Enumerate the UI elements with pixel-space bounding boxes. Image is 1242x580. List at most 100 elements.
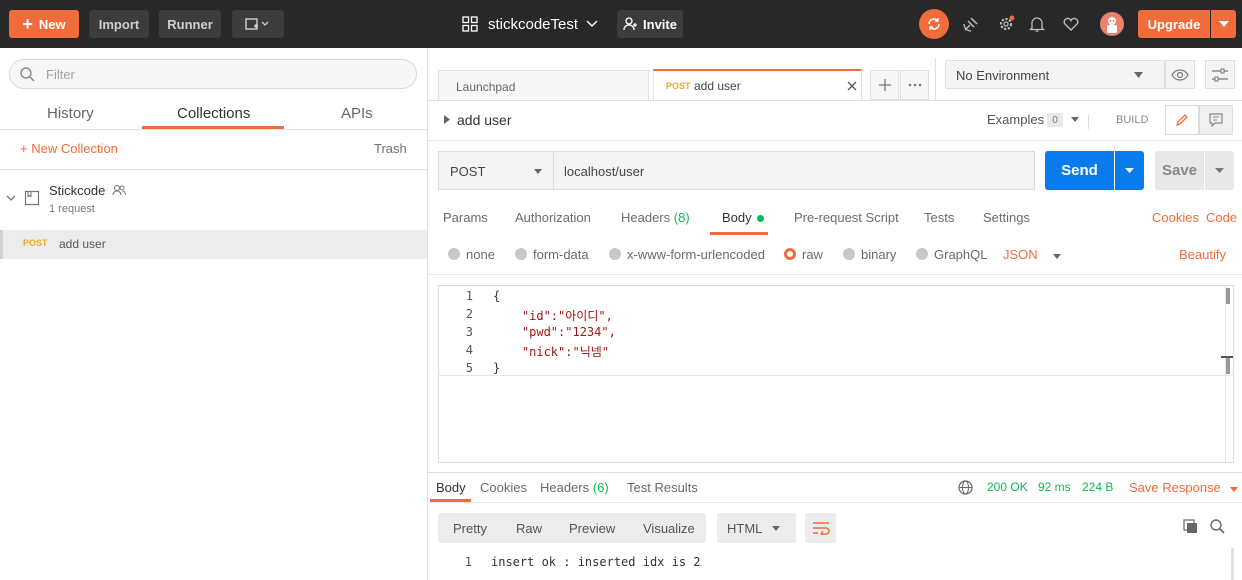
beautify-link[interactable]: Beautify: [1179, 247, 1226, 262]
tab-apis[interactable]: APIs: [341, 105, 373, 122]
runner-button[interactable]: Runner: [159, 10, 221, 38]
copy-icon[interactable]: [1183, 519, 1198, 534]
view-visualize[interactable]: Visualize: [643, 521, 695, 536]
tab-body[interactable]: Body: [722, 210, 764, 225]
tab-add-user[interactable]: POST add user: [653, 69, 862, 100]
trash-button[interactable]: Trash: [374, 141, 407, 156]
divider: [0, 169, 427, 170]
tab-prerequest-script[interactable]: Pre-request Script: [794, 210, 899, 225]
save-dropdown[interactable]: [1205, 151, 1234, 190]
chevron-right-icon[interactable]: [444, 115, 450, 124]
examples-label[interactable]: Examples: [987, 112, 1044, 127]
response-scrollbar[interactable]: [1231, 548, 1234, 580]
collection-count: 1 request: [49, 203, 95, 215]
url-input[interactable]: localhost/user: [554, 151, 1035, 190]
environment-quick-look[interactable]: [1165, 60, 1195, 89]
response-tab-test-results[interactable]: Test Results: [627, 480, 698, 495]
caret-down-icon[interactable]: [1071, 117, 1079, 122]
close-icon[interactable]: [847, 81, 857, 91]
tab-params[interactable]: Params: [443, 210, 488, 225]
save-response-button[interactable]: Save Response: [1129, 480, 1239, 495]
main-panel: Launchpad POST add user No Environment a…: [428, 48, 1242, 580]
comments-button[interactable]: [1199, 105, 1233, 135]
radio-raw-label[interactable]: raw: [802, 247, 823, 262]
response-format-select[interactable]: HTML: [717, 513, 796, 543]
tab-launchpad[interactable]: Launchpad: [438, 70, 649, 100]
edit-button[interactable]: [1165, 105, 1199, 135]
wrap-lines-button[interactable]: [805, 513, 836, 543]
send-button[interactable]: Send: [1045, 151, 1114, 190]
avatar[interactable]: [1100, 12, 1124, 36]
import-button[interactable]: Import: [89, 10, 149, 38]
chevron-down-icon: [6, 195, 16, 201]
tab-collections[interactable]: Collections: [177, 105, 250, 122]
radio-none-label[interactable]: none: [466, 247, 495, 262]
response-status[interactable]: 200 OK: [987, 480, 1028, 494]
radio-raw-selected[interactable]: [784, 248, 796, 260]
radio-urlencoded-label[interactable]: x-www-form-urlencoded: [627, 247, 765, 262]
new-collection-button[interactable]: + New Collection: [20, 141, 118, 156]
response-time[interactable]: 92 ms: [1038, 480, 1071, 494]
code-link[interactable]: Code: [1206, 210, 1237, 225]
notifications-button[interactable]: [1026, 14, 1048, 34]
response-tab-body[interactable]: Body: [436, 480, 466, 495]
radio-binary-label[interactable]: binary: [861, 247, 896, 262]
tab-history[interactable]: History: [47, 105, 94, 122]
new-window-button[interactable]: [232, 10, 284, 38]
headers-count: (8): [673, 210, 690, 225]
tab-settings[interactable]: Settings: [983, 210, 1030, 225]
tab-authorization[interactable]: Authorization: [515, 210, 591, 225]
request-title[interactable]: add user: [457, 112, 511, 128]
tab-tests[interactable]: Tests: [924, 210, 954, 225]
cookies-link[interactable]: Cookies: [1152, 210, 1199, 225]
tab-options-button[interactable]: [900, 70, 929, 100]
radio-form-data[interactable]: [515, 248, 527, 260]
radio-graphql[interactable]: [916, 248, 928, 260]
workspace-switcher[interactable]: stickcodeTest: [462, 10, 598, 38]
upgrade-dropdown[interactable]: [1211, 10, 1236, 38]
raw-format-label: JSON: [1003, 247, 1038, 262]
new-tab-button[interactable]: [870, 70, 899, 100]
new-button[interactable]: + New: [9, 10, 79, 38]
radio-binary[interactable]: [843, 248, 855, 260]
search-icon[interactable]: [1210, 519, 1225, 534]
favorites-button[interactable]: [1060, 14, 1082, 34]
response-tab-headers[interactable]: Headers (6): [540, 480, 609, 495]
save-button[interactable]: Save: [1155, 151, 1204, 190]
code-line: "id":"아이디",: [493, 309, 613, 323]
send-dropdown[interactable]: [1115, 151, 1144, 190]
radio-none[interactable]: [448, 248, 460, 260]
radio-urlencoded[interactable]: [609, 248, 621, 260]
tab-headers-label: Headers: [621, 210, 671, 225]
method-select[interactable]: POST: [438, 151, 554, 190]
view-raw[interactable]: Raw: [516, 521, 542, 536]
editor-scrollbar-thumb[interactable]: [1226, 358, 1230, 374]
interceptor-button[interactable]: [960, 14, 982, 34]
radio-graphql-label[interactable]: GraphQL: [934, 247, 987, 262]
plus-icon: +: [22, 14, 33, 34]
body-editor[interactable]: 1 2 3 4 5 { "id":"아이디", "pwd":"1234", "n…: [438, 285, 1234, 463]
caret-down-icon: [1134, 72, 1143, 78]
invite-button[interactable]: Invite: [617, 10, 683, 38]
raw-format-select[interactable]: JSON: [1003, 247, 1062, 262]
collection-item-stickcode[interactable]: Stickcode 1 request: [0, 176, 427, 228]
response-size[interactable]: 224 B: [1082, 480, 1113, 494]
upgrade-button[interactable]: Upgrade: [1138, 10, 1210, 38]
environment-select[interactable]: No Environment: [945, 60, 1165, 89]
radio-form-data-label[interactable]: form-data: [533, 247, 589, 262]
settings-button[interactable]: [995, 14, 1017, 34]
request-item-add-user[interactable]: POST add user: [0, 230, 427, 259]
manage-environments[interactable]: [1205, 60, 1235, 89]
globe-icon[interactable]: [958, 480, 973, 495]
response-tab-cookies[interactable]: Cookies: [480, 480, 527, 495]
caret-down-icon: [772, 526, 780, 531]
view-pretty[interactable]: Pretty: [453, 521, 487, 536]
sync-button[interactable]: [919, 9, 949, 39]
view-preview[interactable]: Preview: [569, 521, 615, 536]
editor-scrollbar[interactable]: [1226, 288, 1230, 304]
tab-headers[interactable]: Headers (8): [621, 210, 690, 225]
filter-input[interactable]: Filter: [9, 59, 417, 89]
tab-name: add user: [694, 79, 741, 93]
sync-icon: [928, 18, 940, 30]
search-icon: [20, 67, 35, 82]
